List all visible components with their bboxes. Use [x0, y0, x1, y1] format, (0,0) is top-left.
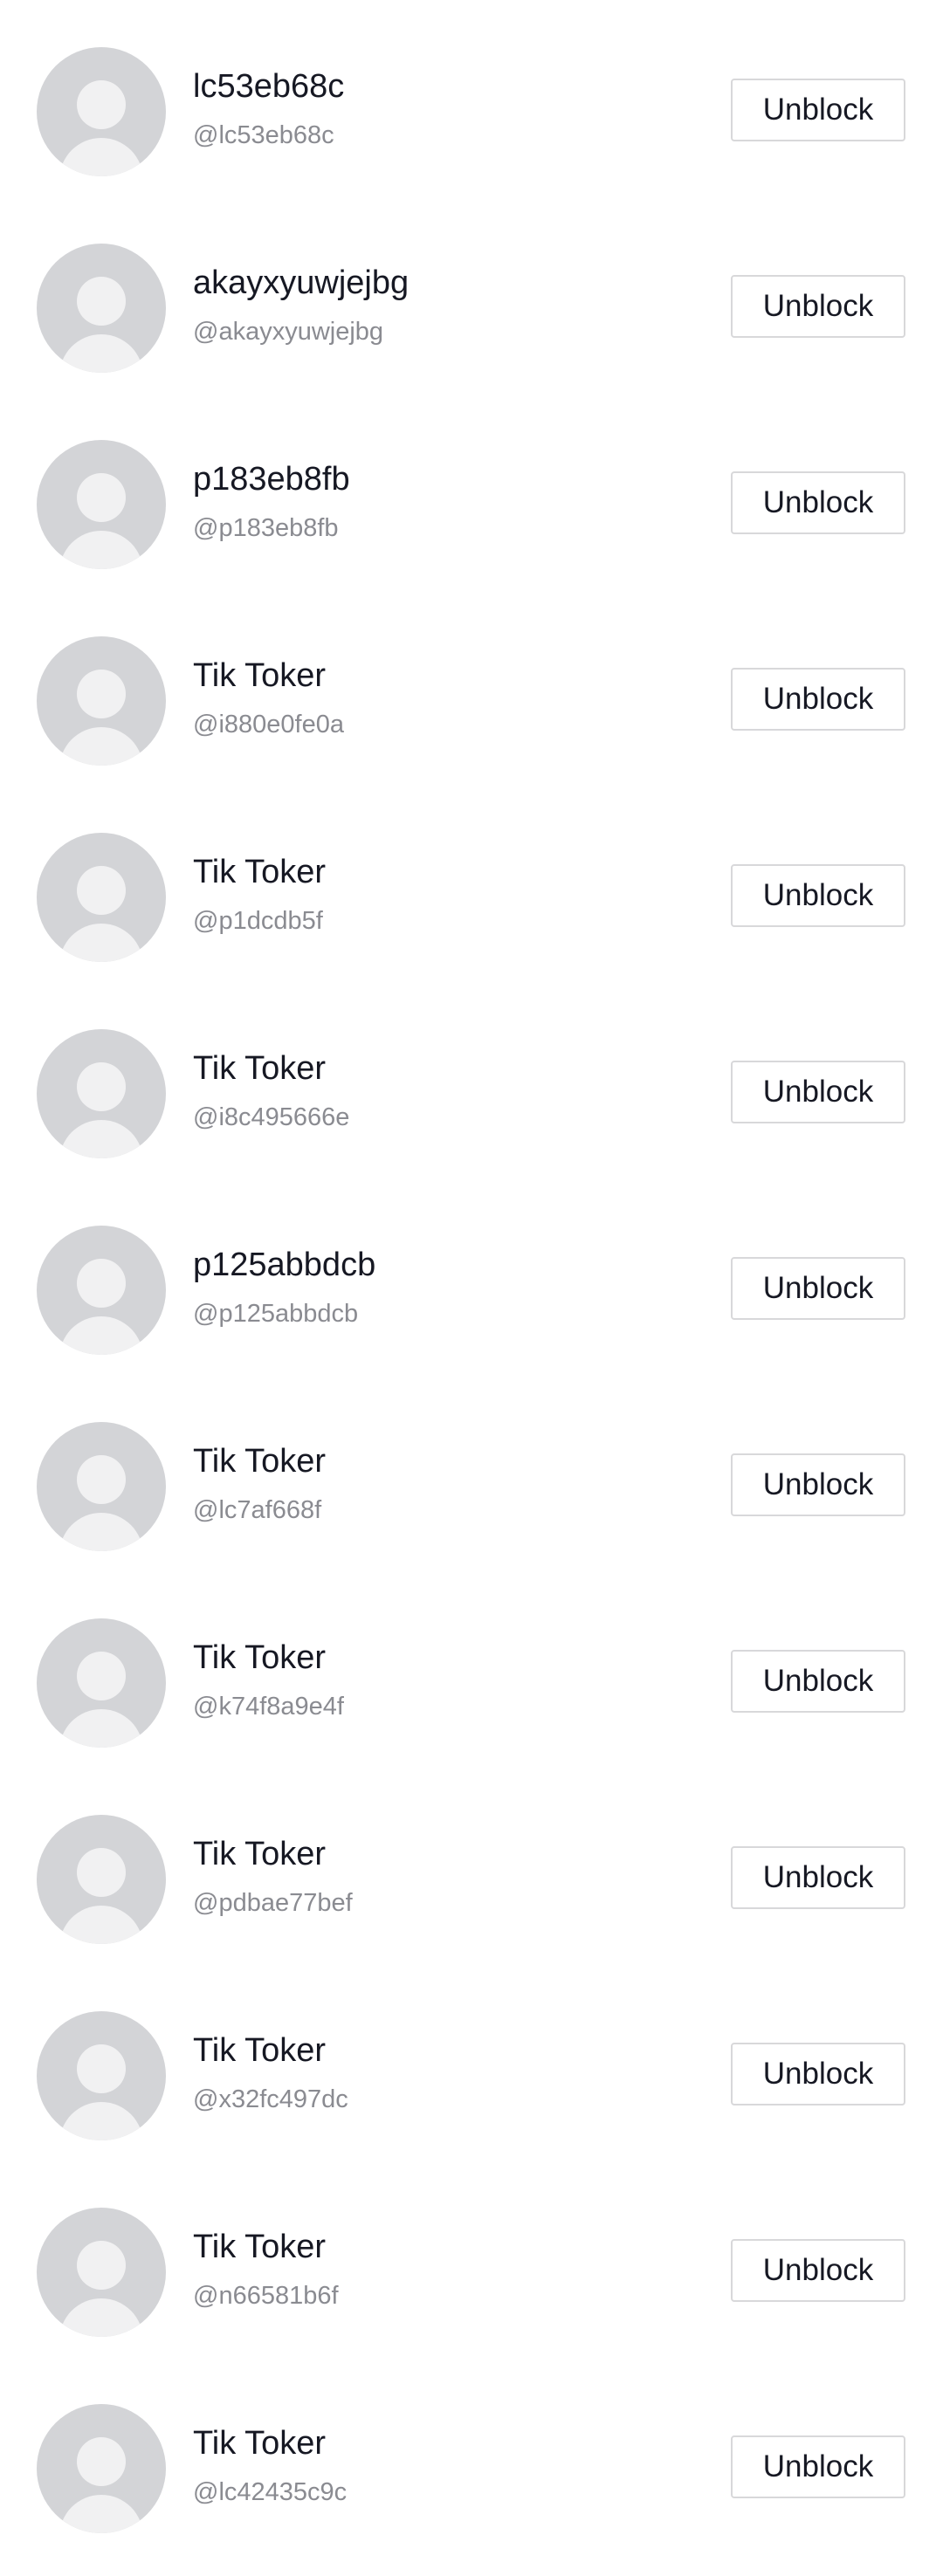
list-item: Tik Toker @k74f8a9e4f Unblock — [0, 1571, 943, 1768]
list-item: Tik Toker @i8c495666e Unblock — [0, 982, 943, 1178]
blocked-accounts-list: lc53eb68c @lc53eb68c Unblock akayxyuwjej… — [0, 0, 943, 2553]
account-handle: @p1dcdb5f — [193, 907, 323, 935]
account-name[interactable]: akayxyuwjejbg — [193, 263, 409, 303]
avatar-head — [77, 2437, 126, 2486]
account-handle: @p183eb8fb — [193, 514, 339, 542]
list-item: Tik Toker @x32fc497dc Unblock — [0, 1964, 943, 2160]
account-handle: @p125abbdcb — [193, 1300, 359, 1328]
avatar-head — [77, 866, 126, 915]
avatar-shoulders — [59, 1709, 143, 1748]
avatar-head — [77, 1652, 126, 1700]
avatar-head — [77, 2044, 126, 2093]
account-handle: @n66581b6f — [193, 2282, 339, 2310]
account-handle: @akayxyuwjejbg — [193, 318, 384, 346]
avatar-shoulders — [59, 2298, 143, 2337]
default-avatar-icon[interactable] — [37, 1422, 166, 1551]
avatar-shoulders — [59, 2102, 143, 2140]
avatar-head — [77, 1259, 126, 1308]
list-item: akayxyuwjejbg @akayxyuwjejbg Unblock — [0, 196, 943, 393]
avatar-head — [77, 80, 126, 129]
default-avatar-icon[interactable] — [37, 2404, 166, 2533]
avatar-shoulders — [59, 924, 143, 962]
avatar-head — [77, 473, 126, 522]
default-avatar-icon[interactable] — [37, 1029, 166, 1158]
avatar-shoulders — [59, 2495, 143, 2533]
avatar-shoulders — [59, 727, 143, 766]
unblock-button[interactable]: Unblock — [731, 1257, 905, 1320]
avatar-head — [77, 2241, 126, 2290]
account-handle: @k74f8a9e4f — [193, 1693, 344, 1721]
avatar-shoulders — [59, 1316, 143, 1355]
avatar-head — [77, 1455, 126, 1504]
account-name[interactable]: Tik Toker — [193, 2030, 326, 2071]
avatar-shoulders — [59, 1513, 143, 1551]
avatar-head — [77, 1848, 126, 1897]
avatar-shoulders — [59, 1906, 143, 1944]
account-name[interactable]: Tik Toker — [193, 1638, 326, 1678]
account-name[interactable]: p183eb8fb — [193, 459, 350, 499]
list-item: Tik Toker @n66581b6f Unblock — [0, 2160, 943, 2357]
avatar-head — [77, 670, 126, 718]
account-name[interactable]: Tik Toker — [193, 1048, 326, 1089]
account-handle: @lc7af668f — [193, 1496, 322, 1524]
unblock-button[interactable]: Unblock — [731, 1061, 905, 1123]
unblock-button[interactable]: Unblock — [731, 1650, 905, 1713]
account-name[interactable]: lc53eb68c — [193, 66, 344, 106]
account-handle: @x32fc497dc — [193, 2085, 348, 2113]
account-name[interactable]: Tik Toker — [193, 2227, 326, 2267]
account-name[interactable]: Tik Toker — [193, 852, 326, 892]
default-avatar-icon[interactable] — [37, 244, 166, 373]
avatar-head — [77, 277, 126, 326]
list-item: Tik Toker @p1dcdb5f Unblock — [0, 786, 943, 982]
unblock-button[interactable]: Unblock — [731, 864, 905, 927]
list-item: Tik Toker @i880e0fe0a Unblock — [0, 589, 943, 786]
account-handle: @i8c495666e — [193, 1103, 350, 1131]
list-item: lc53eb68c @lc53eb68c Unblock — [0, 0, 943, 196]
unblock-button[interactable]: Unblock — [731, 1846, 905, 1909]
default-avatar-icon[interactable] — [37, 47, 166, 176]
unblock-button[interactable]: Unblock — [731, 2043, 905, 2105]
unblock-button[interactable]: Unblock — [731, 79, 905, 141]
account-handle: @pdbae77bef — [193, 1889, 353, 1917]
default-avatar-icon[interactable] — [37, 833, 166, 962]
list-item: Tik Toker @pdbae77bef Unblock — [0, 1768, 943, 1964]
default-avatar-icon[interactable] — [37, 1618, 166, 1748]
list-item: Tik Toker @lc42435c9c Unblock — [0, 2357, 943, 2553]
avatar-shoulders — [59, 138, 143, 176]
account-name[interactable]: Tik Toker — [193, 1834, 326, 1874]
default-avatar-icon[interactable] — [37, 1226, 166, 1355]
list-item: p183eb8fb @p183eb8fb Unblock — [0, 393, 943, 589]
default-avatar-icon[interactable] — [37, 2011, 166, 2140]
unblock-button[interactable]: Unblock — [731, 2239, 905, 2302]
account-name[interactable]: Tik Toker — [193, 2423, 326, 2463]
avatar-shoulders — [59, 531, 143, 569]
default-avatar-icon[interactable] — [37, 1815, 166, 1944]
default-avatar-icon[interactable] — [37, 440, 166, 569]
default-avatar-icon[interactable] — [37, 2208, 166, 2337]
account-handle: @lc53eb68c — [193, 121, 334, 149]
avatar-head — [77, 1062, 126, 1111]
account-handle: @i880e0fe0a — [193, 711, 344, 738]
account-name[interactable]: Tik Toker — [193, 656, 326, 696]
unblock-button[interactable]: Unblock — [731, 1453, 905, 1516]
unblock-button[interactable]: Unblock — [731, 275, 905, 338]
list-item: Tik Toker @lc7af668f Unblock — [0, 1375, 943, 1571]
list-item: p125abbdcb @p125abbdcb Unblock — [0, 1178, 943, 1375]
unblock-button[interactable]: Unblock — [731, 2435, 905, 2498]
avatar-shoulders — [59, 1120, 143, 1158]
default-avatar-icon[interactable] — [37, 636, 166, 766]
account-handle: @lc42435c9c — [193, 2478, 348, 2506]
account-name[interactable]: Tik Toker — [193, 1441, 326, 1481]
avatar-shoulders — [59, 334, 143, 373]
unblock-button[interactable]: Unblock — [731, 471, 905, 534]
account-name[interactable]: p125abbdcb — [193, 1245, 375, 1285]
unblock-button[interactable]: Unblock — [731, 668, 905, 731]
